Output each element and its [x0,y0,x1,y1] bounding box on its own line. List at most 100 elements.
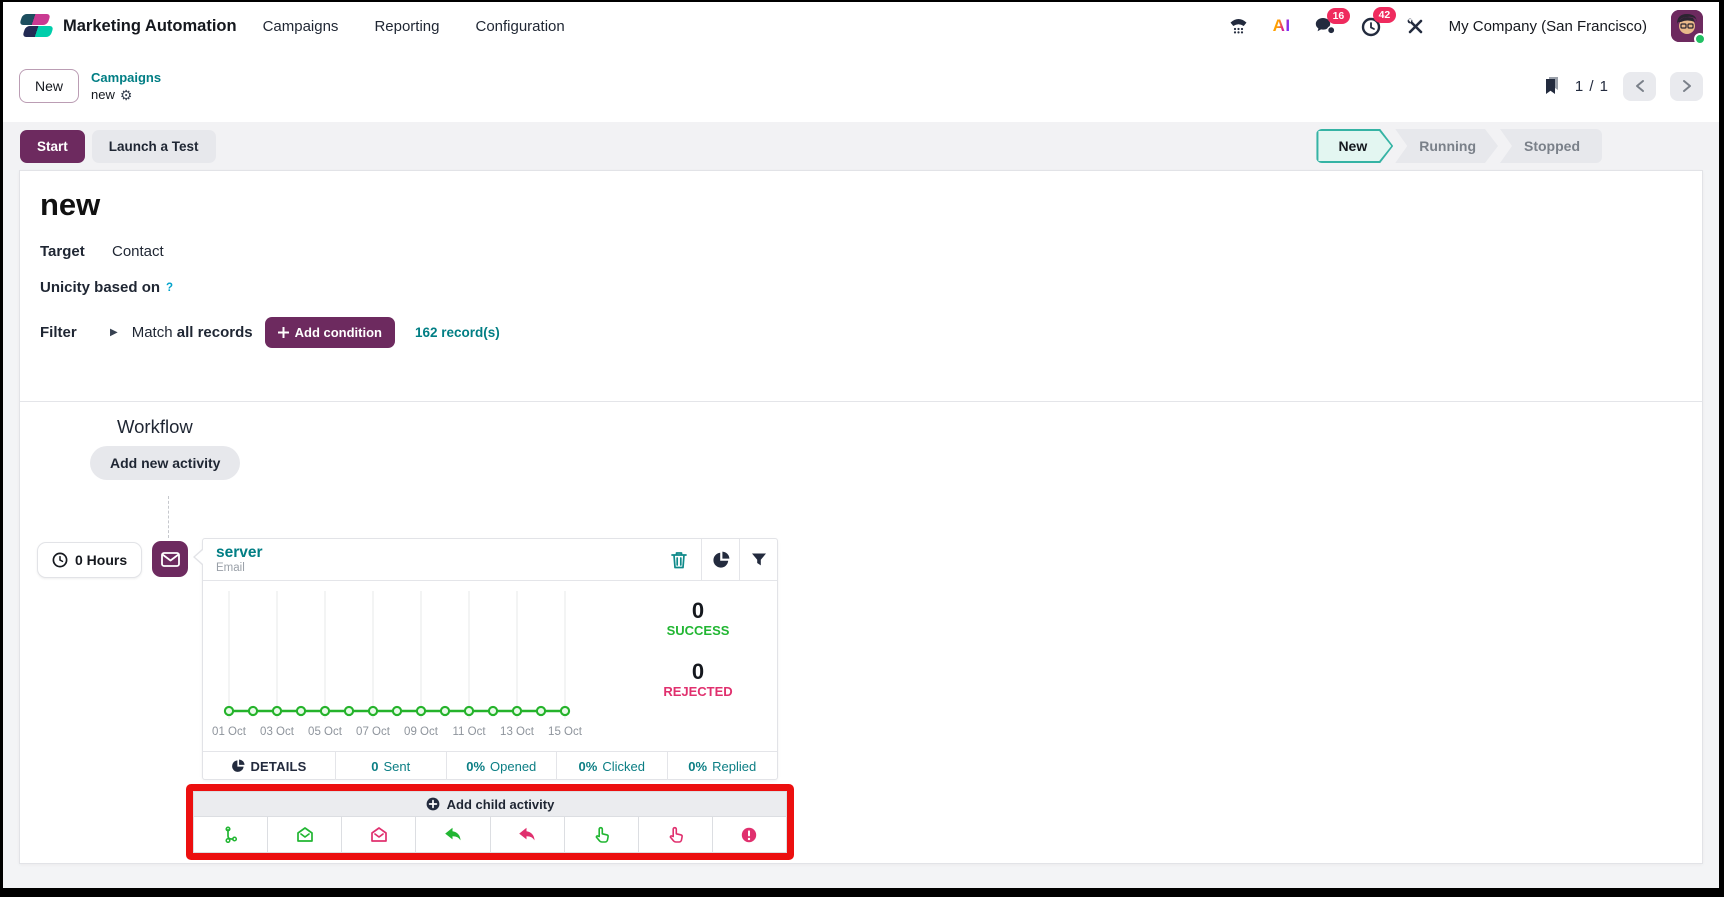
svg-text:03 Oct: 03 Oct [260,726,295,738]
rejected-label: REJECTED [663,684,732,699]
svg-text:15 Oct: 15 Oct [548,726,583,738]
activity-card: server Email 01 [202,538,778,780]
highlight-annotation-box: Add child activity [186,784,794,860]
breadcrumb-current-row: new ⚙ [91,87,161,102]
envelope-icon [161,552,180,567]
campaign-name-input[interactable]: new [40,187,100,223]
company-switcher[interactable]: My Company (San Francisco) [1449,18,1647,35]
email-activity-icon[interactable] [152,541,188,577]
trigger-not-replied-button[interactable] [490,817,564,852]
add-condition-label: Add condition [295,325,382,340]
activity-filter-button[interactable] [739,539,777,580]
user-avatar[interactable] [1671,10,1703,42]
add-new-activity-button[interactable]: Add new activity [90,446,240,480]
menu-campaigns[interactable]: Campaigns [263,18,339,35]
stat-sent[interactable]: 0Sent [335,752,446,780]
activities-clock-icon[interactable]: 42 [1361,16,1382,37]
breadcrumb-current: new [91,87,115,102]
plus-circle-icon [426,797,440,811]
delete-activity-button[interactable] [657,539,701,580]
add-child-activity-button[interactable]: Add child activity [193,791,787,816]
pager-area: 1 / 1 [1543,72,1703,101]
records-count-link[interactable]: 162 record(s) [415,325,500,340]
launch-test-button[interactable]: Launch a Test [92,130,216,163]
form-statusbar: Start Launch a Test New Running Stopped [3,122,1719,170]
field-target: Target Contact [40,243,164,260]
hand-pointer-icon [593,826,610,844]
activity-type: Email [216,562,657,574]
stat-clicked[interactable]: 0%Clicked [556,752,667,780]
gear-icon[interactable]: ⚙ [120,88,133,102]
success-label: SUCCESS [667,623,730,638]
voip-phone-icon[interactable] [1228,17,1249,35]
workflow-heading: Workflow [117,416,193,438]
breadcrumb-campaigns-link[interactable]: Campaigns [91,70,161,85]
pager-previous-button[interactable] [1623,72,1656,101]
trigger-replied-button[interactable] [415,817,489,852]
card-notch [193,548,203,566]
activity-chart: 01 Oct03 Oct05 Oct07 Oct09 Oct11 Oct13 O… [207,585,607,745]
mail-opened-icon [296,826,314,843]
messages-icon[interactable]: 16 [1315,17,1337,36]
activity-graph-button[interactable] [701,539,739,580]
trigger-opened-button[interactable] [267,817,341,852]
bookmark-icon[interactable] [1543,76,1561,96]
stage-new[interactable]: New [1316,129,1393,163]
exclamation-circle-icon [741,827,757,843]
svg-text:05 Oct: 05 Oct [308,726,343,738]
filter-match-text: Match all records [132,324,253,341]
workflow-connector-line [168,496,169,538]
activity-title-block[interactable]: server Email [203,539,657,580]
reply-icon [518,827,536,843]
stage-stopped[interactable]: Stopped [1500,129,1602,163]
trigger-clicked-button[interactable] [564,817,638,852]
caret-right-icon[interactable]: ▶ [110,327,118,338]
screenshot-frame-bottom [3,888,1719,897]
match-all-records: all records [177,324,253,341]
menu-reporting[interactable]: Reporting [374,18,439,35]
svg-text:07 Oct: 07 Oct [356,726,391,738]
pager-next-button[interactable] [1670,72,1703,101]
add-child-activity-label: Add child activity [447,797,555,812]
unicity-label: Unicity based on [40,279,160,296]
field-filter: Filter ▶ Match all records Add condition… [40,315,500,349]
app-logo-icon[interactable] [19,12,53,40]
stage-new-label: New [1318,131,1391,161]
logo-shape-top [19,14,51,25]
child-trigger-row [193,816,787,853]
details-label: DETAILS [250,759,306,774]
trigger-not-clicked-button[interactable] [638,817,712,852]
menu-configuration[interactable]: Configuration [475,18,564,35]
start-button[interactable]: Start [20,130,85,163]
activity-name[interactable]: server [216,544,657,562]
messages-badge: 16 [1327,8,1351,25]
trigger-activity-button[interactable] [194,817,267,852]
svg-text:13 Oct: 13 Oct [500,726,535,738]
trigger-not-opened-button[interactable] [341,817,415,852]
stat-replied[interactable]: 0%Replied [667,752,778,780]
activity-kpis: 0 SUCCESS 0 REJECTED [623,599,773,699]
stat-opened[interactable]: 0%Opened [446,752,557,780]
activities-badge: 42 [1373,7,1397,24]
add-condition-button[interactable]: Add condition [265,317,395,348]
app-title[interactable]: Marketing Automation [63,17,237,36]
activity-card-body: 01 Oct03 Oct05 Oct07 Oct09 Oct11 Oct13 O… [203,581,777,751]
trigger-bounced-button[interactable] [712,817,786,852]
logo-shape-bottom [22,26,54,37]
pie-chart-icon [231,759,245,773]
plus-icon [278,327,289,338]
help-question-mark[interactable]: ? [166,282,173,294]
tools-icon[interactable] [1406,17,1425,36]
new-record-button[interactable]: New [19,69,79,103]
target-value[interactable]: Contact [112,243,164,260]
ai-icon[interactable]: AI [1273,16,1291,36]
svg-text:09 Oct: 09 Oct [404,726,439,738]
activity-delay-badge[interactable]: 0 Hours [37,542,142,578]
target-label: Target [40,243,112,260]
details-button[interactable]: DETAILS [203,752,335,780]
online-status-dot [1694,33,1706,45]
pie-chart-icon [712,551,730,569]
success-count: 0 [692,599,704,623]
stage-running[interactable]: Running [1395,129,1498,163]
activity-delay-label: 0 Hours [75,552,127,568]
